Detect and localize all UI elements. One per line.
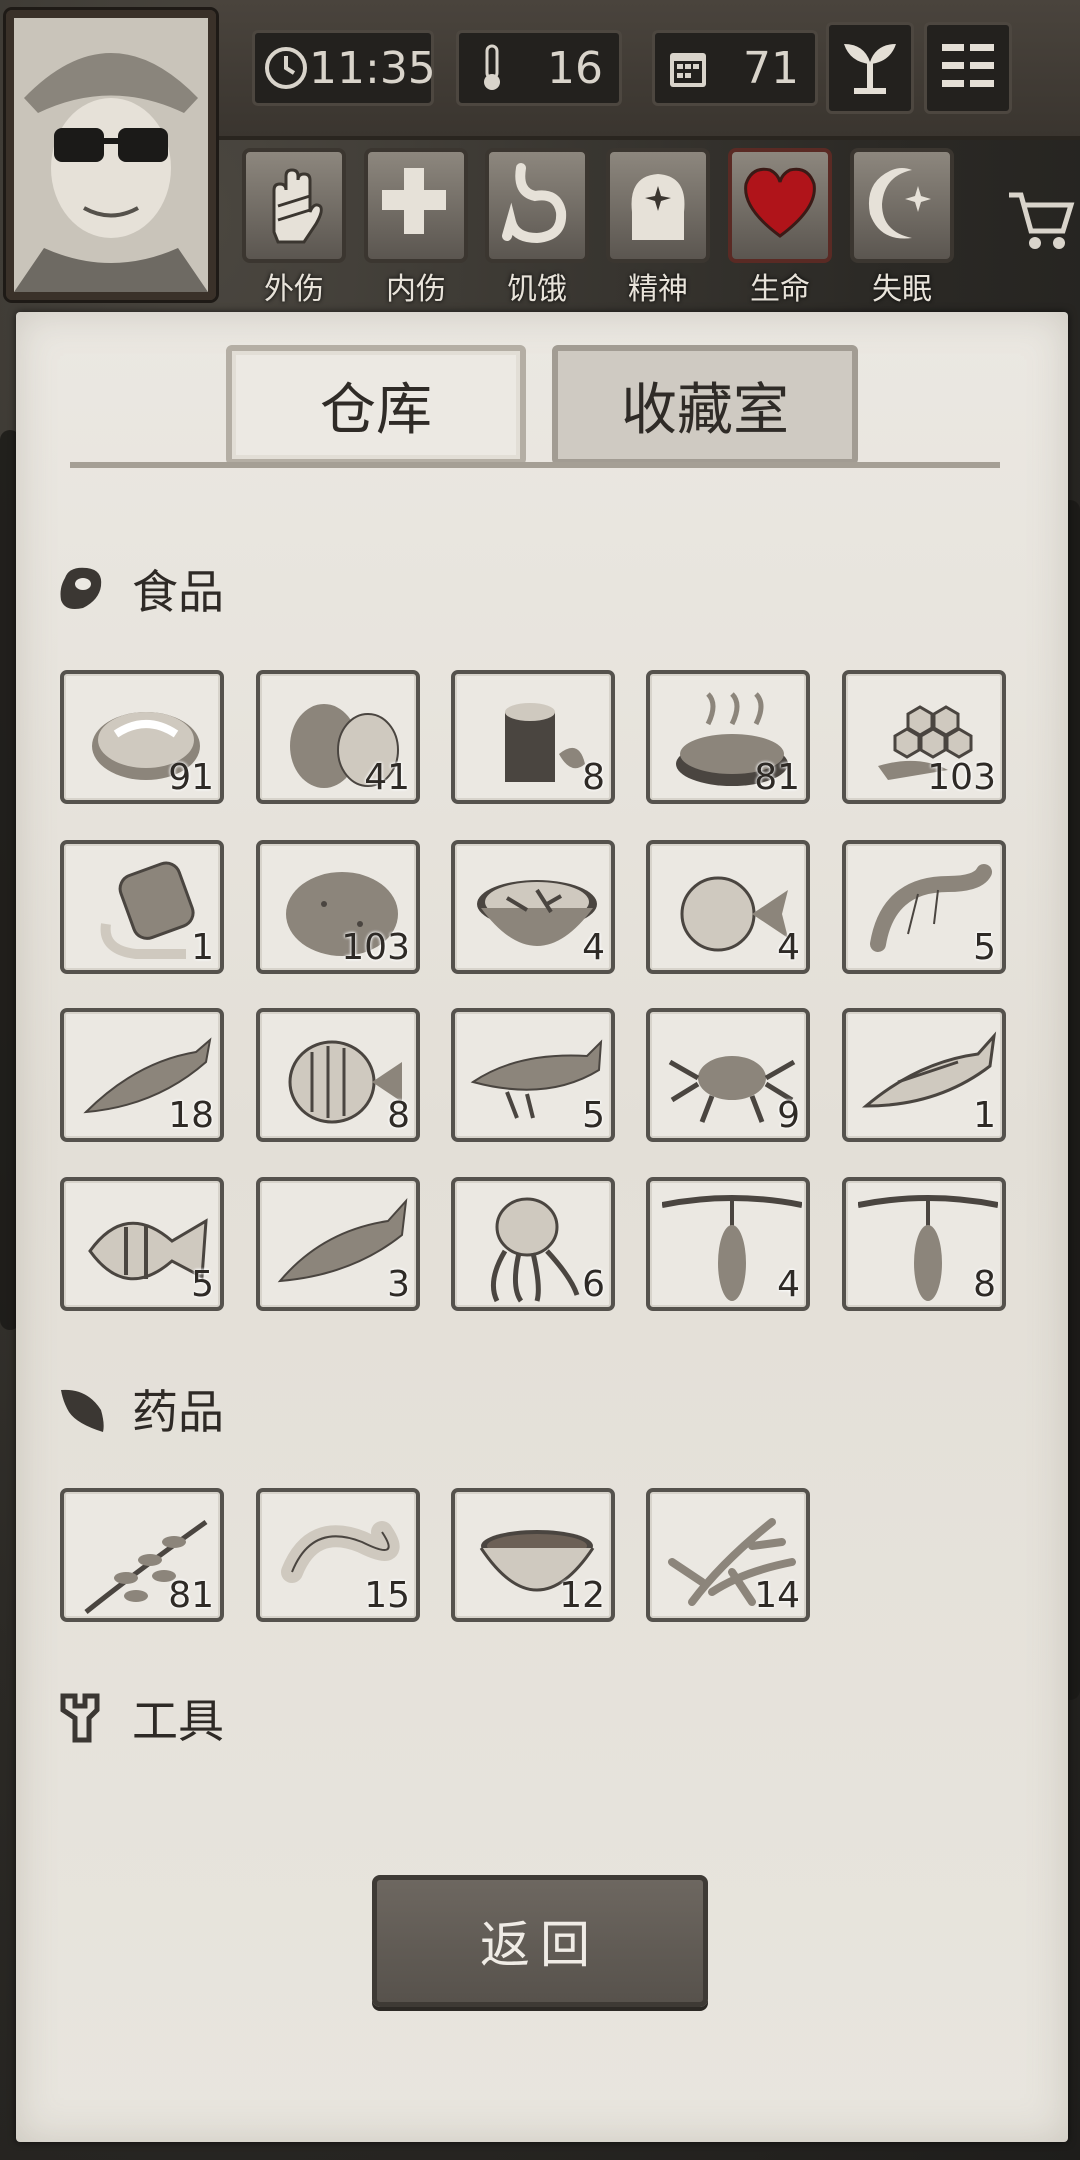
menu-icon — [940, 40, 996, 96]
section-medicine-title: 药品 — [132, 1385, 224, 1439]
inventory-slot-butterflyfish[interactable]: 8 — [256, 1008, 420, 1142]
day-value: 71 — [743, 42, 799, 94]
item-count: 3 — [387, 1264, 410, 1305]
section-tools-title: 工具 — [132, 1694, 224, 1748]
status-label: 饥饿 — [507, 272, 567, 307]
inventory-slot-catfish[interactable]: 5 — [451, 1008, 615, 1142]
status-label: 内伤 — [386, 272, 446, 307]
item-count: 103 — [341, 927, 410, 968]
wrench-icon — [56, 1692, 108, 1744]
status-label: 失眠 — [872, 272, 932, 307]
section-medicine-header: 药品 — [56, 1376, 224, 1442]
item-count: 4 — [777, 927, 800, 968]
inventory-slot-soup-bowl[interactable]: 12 — [451, 1488, 615, 1622]
item-count: 103 — [927, 757, 996, 798]
item-count: 8 — [973, 1264, 996, 1305]
item-count: 5 — [582, 1095, 605, 1136]
item-count: 1 — [973, 1095, 996, 1136]
status-moon-star[interactable] — [850, 148, 954, 263]
player-portrait[interactable] — [6, 10, 216, 300]
tab-divider — [70, 462, 1000, 468]
cross-icon — [376, 162, 456, 250]
item-count: 8 — [582, 757, 605, 798]
status-bandaged-hand[interactable] — [242, 148, 346, 263]
item-count: 18 — [168, 1095, 214, 1136]
menu-button[interactable] — [924, 22, 1012, 114]
inventory-slot-shrimp[interactable]: 5 — [842, 840, 1006, 974]
inventory-slot-honeycomb[interactable]: 103 — [842, 670, 1006, 804]
inventory-slot-hanging-fruit[interactable]: 4 — [646, 1177, 810, 1311]
thermometer-icon — [467, 43, 517, 93]
moon-star-icon — [862, 162, 942, 250]
status-label: 外伤 — [264, 272, 324, 307]
inventory-slot-bowl-of-food[interactable]: 4 — [451, 840, 615, 974]
clock-icon — [263, 43, 309, 93]
status-head-sparkle[interactable] — [606, 148, 710, 263]
inventory-slot-bandage[interactable]: 15 — [256, 1488, 420, 1622]
day-display: 71 — [652, 30, 818, 106]
stomach-icon — [497, 162, 577, 250]
time-value: 11:35 — [309, 42, 436, 94]
inventory-slot-mackerel[interactable]: 1 — [842, 1008, 1006, 1142]
item-count: 12 — [559, 1575, 605, 1616]
inventory-slot-coconut[interactable]: 41 — [256, 670, 420, 804]
shopping-cart-icon[interactable] — [1005, 185, 1075, 255]
status-cross[interactable] — [364, 148, 468, 263]
inventory-slot-steak[interactable]: 91 — [60, 670, 224, 804]
calendar-icon — [663, 43, 713, 93]
status-label: 生命 — [750, 272, 810, 307]
head-sparkle-icon — [618, 162, 698, 250]
leaf-icon — [56, 1383, 108, 1435]
item-count: 6 — [582, 1264, 605, 1305]
inventory-slot-ginseng[interactable]: 14 — [646, 1488, 810, 1622]
inventory-slot-crab[interactable]: 9 — [646, 1008, 810, 1142]
top-hud: 11:35 16 71 — [0, 0, 1080, 300]
section-food-header: 食品 — [56, 556, 224, 622]
item-count: 14 — [754, 1575, 800, 1616]
inventory-slot-salmon[interactable]: 18 — [60, 1008, 224, 1142]
section-tools-header: 工具 — [56, 1685, 224, 1751]
sprout-button[interactable] — [826, 22, 914, 114]
temperature-display: 16 — [456, 30, 622, 106]
section-food-title: 食品 — [132, 565, 224, 619]
item-count: 4 — [777, 1264, 800, 1305]
heart-icon — [740, 162, 820, 250]
inventory-slot-trout[interactable]: 3 — [256, 1177, 420, 1311]
temperature-value: 16 — [547, 42, 603, 94]
item-count: 5 — [973, 927, 996, 968]
item-count: 5 — [191, 1264, 214, 1305]
item-count: 9 — [777, 1095, 800, 1136]
item-count: 8 — [387, 1095, 410, 1136]
tab-warehouse[interactable]: 仓库 — [226, 345, 526, 465]
inventory-slot-wood-log[interactable]: 8 — [451, 670, 615, 804]
sprout-icon — [840, 36, 900, 100]
inventory-slot-hanging-fruit[interactable]: 8 — [842, 1177, 1006, 1311]
item-count: 15 — [364, 1575, 410, 1616]
meat-icon — [56, 563, 108, 615]
item-count: 81 — [754, 757, 800, 798]
inventory-slot-herb[interactable]: 81 — [60, 1488, 224, 1622]
status-stomach[interactable] — [485, 148, 589, 263]
item-count: 4 — [582, 927, 605, 968]
status-label: 精神 — [628, 272, 688, 307]
inventory-slot-octopus[interactable]: 6 — [451, 1177, 615, 1311]
tab-collection-room[interactable]: 收藏室 — [552, 345, 858, 465]
inventory-slot-potato[interactable]: 103 — [256, 840, 420, 974]
clock-display: 11:35 — [252, 30, 436, 106]
item-count: 81 — [168, 1575, 214, 1616]
back-button[interactable]: 返回 — [372, 1875, 708, 2007]
status-heart[interactable] — [728, 148, 832, 263]
inventory-slot-grilled-meat[interactable]: 81 — [646, 670, 810, 804]
inventory-slot-pufferfish[interactable]: 4 — [646, 840, 810, 974]
bandaged-hand-icon — [254, 162, 334, 250]
item-count: 1 — [191, 927, 214, 968]
inventory-slot-angelfish[interactable]: 5 — [60, 1177, 224, 1311]
item-count: 91 — [168, 757, 214, 798]
inventory-slot-barrel[interactable]: 1 — [60, 840, 224, 974]
item-count: 41 — [364, 757, 410, 798]
